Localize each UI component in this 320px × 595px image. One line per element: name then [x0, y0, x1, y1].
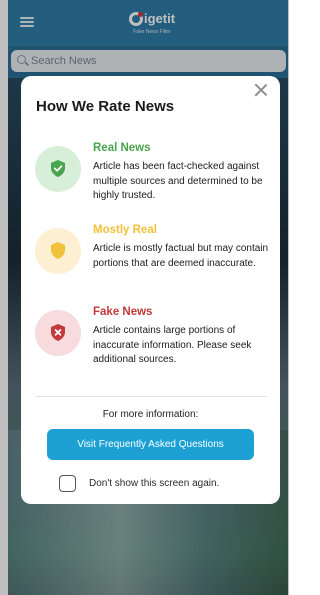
rating-badge — [35, 146, 81, 192]
dont-show-again-label[interactable]: Don't show this screen again. — [89, 478, 219, 489]
rating-badge — [35, 310, 81, 356]
rating-name: Fake News — [93, 306, 153, 318]
dialog-title: How We Rate News — [36, 98, 175, 115]
visit-faq-button[interactable]: Visit Frequently Asked Questions — [47, 429, 254, 460]
rating-description: Article has been fact-checked against mu… — [93, 161, 263, 201]
x-shield-icon — [51, 324, 65, 341]
divider — [35, 396, 267, 397]
check-shield-icon — [51, 160, 65, 177]
rating-description: Article contains large portions of inacc… — [93, 325, 252, 365]
rating-name: Mostly Real — [93, 224, 157, 236]
more-info-label: For more information: — [102, 409, 199, 420]
rating-name: Real News — [93, 142, 151, 154]
dont-show-again-checkbox[interactable] — [59, 475, 76, 492]
shield-icon — [51, 242, 65, 259]
rating-info-dialog: How We Rate News Real News Article has b… — [21, 76, 280, 504]
rating-description: Article is mostly factual but may contai… — [93, 243, 269, 269]
close-icon[interactable] — [253, 82, 269, 98]
rating-badge — [35, 228, 81, 274]
